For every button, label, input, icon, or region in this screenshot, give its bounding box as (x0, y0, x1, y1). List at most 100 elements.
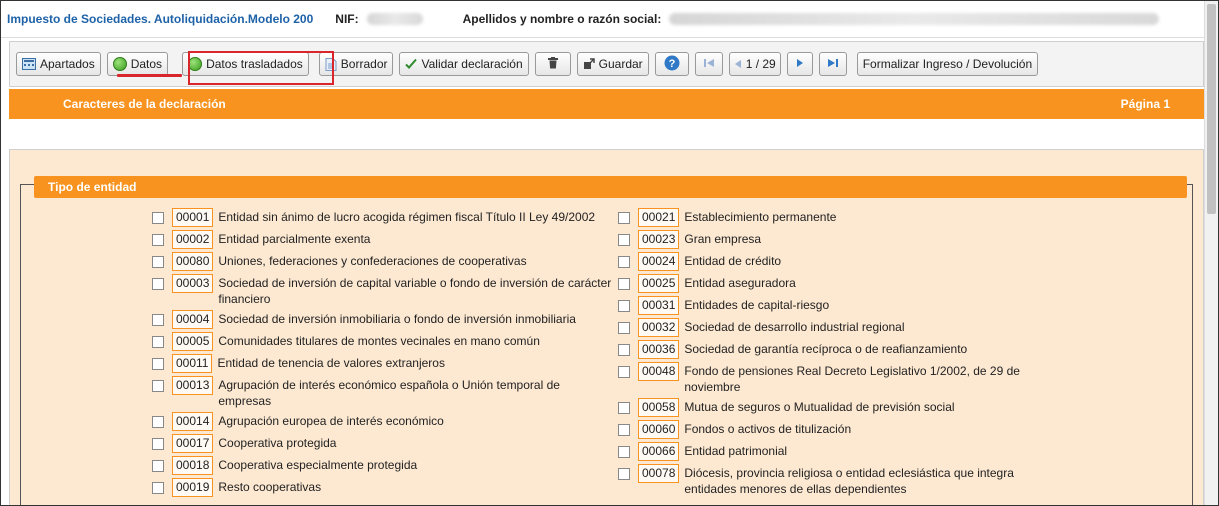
next-page-button[interactable] (786, 52, 813, 76)
entity-option-row: 00066 Entidad patrimonial (618, 442, 1058, 461)
entity-label: Entidad parcialmente exenta (218, 232, 371, 246)
formalizar-button[interactable]: Formalizar Ingreso / Devolución (856, 52, 1039, 76)
entity-checkbox[interactable] (152, 460, 164, 472)
entity-label: Mutua de seguros o Mutualidad de previsi… (684, 400, 955, 414)
entity-option-row: 00080 Uniones, federaciones y confederaci… (152, 252, 612, 271)
entity-option-row: 00058 Mutua de seguros o Mutualidad de pr… (618, 398, 1058, 417)
entity-checkbox[interactable] (152, 314, 164, 326)
entity-label: Sociedad de desarrollo industrial region… (684, 320, 905, 334)
entity-code: 00031 (638, 296, 680, 315)
entity-label: Entidad de tenencia de valores extranjer… (217, 356, 445, 370)
entity-code: 00013 (172, 376, 214, 395)
entity-option-row: 00025 Entidad aseguradora (618, 274, 1058, 293)
green-check-circle-icon (112, 57, 127, 71)
entity-label: Entidad sin ánimo de lucro acogida régim… (218, 210, 596, 224)
scrollbar-thumb[interactable] (1207, 4, 1216, 214)
delete-button[interactable] (534, 52, 571, 76)
validar-declaracion-button[interactable]: Validar declaración (399, 52, 529, 76)
entity-label: Entidad aseguradora (684, 276, 796, 290)
header: Impuesto de Sociedades. Autoliquidación.… (1, 1, 1218, 38)
entity-checkbox[interactable] (618, 366, 630, 378)
save-icon (583, 58, 595, 70)
prev-page-icon[interactable] (734, 59, 742, 69)
entity-option-row: 00024 Entidad de crédito (618, 252, 1058, 271)
entity-code: 00036 (638, 340, 680, 359)
entity-checkbox[interactable] (618, 322, 630, 334)
entity-column-left: 00001 Entidad sin ánimo de lucro acogida … (152, 208, 612, 500)
apartados-button[interactable]: Apartados (16, 52, 101, 76)
entity-checkbox[interactable] (152, 256, 164, 268)
entity-checkbox[interactable] (618, 256, 630, 268)
green-check-circle-icon (188, 57, 203, 71)
help-button[interactable]: ? (654, 52, 689, 76)
name-value-redacted (669, 13, 1160, 25)
entity-code: 00004 (172, 310, 214, 329)
first-page-icon (703, 57, 715, 71)
entity-checkbox[interactable] (618, 278, 630, 290)
entity-label: Cooperativa especialmente protegida (218, 458, 418, 472)
vertical-scrollbar[interactable] (1204, 1, 1218, 505)
entity-option-row: 00005 Comunidades titulares de montes vec… (152, 332, 612, 351)
entity-checkbox[interactable] (618, 344, 630, 356)
entity-checkbox[interactable] (152, 358, 164, 370)
entity-code: 00003 (172, 274, 214, 293)
entity-label: Fondos o activos de titulización (684, 422, 852, 436)
nif-label: NIF: (335, 12, 359, 26)
entity-option-row: 00011 Entidad de tenencia de valores extr… (152, 354, 612, 373)
entity-checkbox[interactable] (618, 468, 630, 480)
borrador-button[interactable]: Borrador (318, 52, 394, 76)
entity-checkbox[interactable] (618, 424, 630, 436)
guardar-button[interactable]: Guardar (576, 52, 649, 76)
entity-checkbox[interactable] (152, 482, 164, 494)
next-page-icon (796, 57, 804, 71)
entity-option-row: 00031 Entidades de capital-riesgo (618, 296, 1058, 315)
first-page-button[interactable] (694, 52, 723, 76)
entity-checkbox[interactable] (152, 438, 164, 450)
entity-option-row: 00003 Sociedad de inversión de capital va… (152, 274, 612, 307)
entity-code: 00058 (638, 398, 680, 417)
last-page-button[interactable] (818, 52, 847, 76)
entity-code: 00018 (172, 456, 214, 475)
borrador-label: Borrador (340, 57, 388, 71)
trash-icon (547, 56, 558, 72)
entity-option-row: 00060 Fondos o activos de titulización (618, 420, 1058, 439)
entity-label: Sociedad de inversión de capital variabl… (218, 276, 612, 306)
entity-checkbox[interactable] (618, 212, 630, 224)
entity-option-row: 00004 Sociedad de inversión inmobiliaria … (152, 310, 612, 329)
entity-checkbox[interactable] (618, 446, 630, 458)
entity-option-row: 00002 Entidad parcialmente exenta (152, 230, 612, 249)
app-frame: Impuesto de Sociedades. Autoliquidación.… (0, 0, 1219, 506)
svg-text:?: ? (668, 58, 675, 70)
entity-checkbox[interactable] (152, 278, 164, 290)
toolbar: Apartados Datos Datos trasladados Borrad… (9, 41, 1204, 87)
page-navigator: 1 / 29 (728, 52, 781, 76)
entity-option-row: 00019 Resto cooperativas (152, 478, 612, 497)
entity-code: 00019 (172, 478, 214, 497)
entity-code: 00014 (172, 412, 214, 431)
name-label: Apellidos y nombre o razón social: (462, 12, 662, 26)
entity-option-row: 00048 Fondo de pensiones Real Decreto Leg… (618, 362, 1058, 395)
entity-checkbox[interactable] (618, 402, 630, 414)
entity-checkbox[interactable] (152, 212, 164, 224)
entity-checkbox[interactable] (152, 380, 164, 392)
entity-code: 00048 (638, 362, 680, 381)
entity-option-row: 00021 Establecimiento permanente (618, 208, 1058, 227)
datos-trasladados-button[interactable]: Datos trasladados (182, 52, 309, 76)
entity-checkbox[interactable] (152, 234, 164, 246)
entity-checkbox[interactable] (152, 416, 164, 428)
section-bar: Caracteres de la declaración Página 1 (9, 89, 1204, 119)
help-icon: ? (664, 55, 680, 74)
page-label: Página 1 (1120, 97, 1170, 111)
entity-label: Resto cooperativas (218, 480, 322, 494)
entity-label: Entidades de capital-riesgo (684, 298, 830, 312)
entity-code: 00001 (172, 208, 214, 227)
entity-code: 00032 (638, 318, 680, 337)
entity-checkbox[interactable] (152, 336, 164, 348)
entity-label: Sociedad de garantía recíproca o de reaf… (684, 342, 968, 356)
entity-checkbox[interactable] (618, 300, 630, 312)
datos-button[interactable]: Datos (106, 52, 169, 76)
entity-code: 00011 (172, 354, 213, 373)
datos-trasladados-label: Datos trasladados (206, 57, 303, 71)
entity-checkbox[interactable] (618, 234, 630, 246)
entity-label: Establecimiento permanente (684, 210, 837, 224)
